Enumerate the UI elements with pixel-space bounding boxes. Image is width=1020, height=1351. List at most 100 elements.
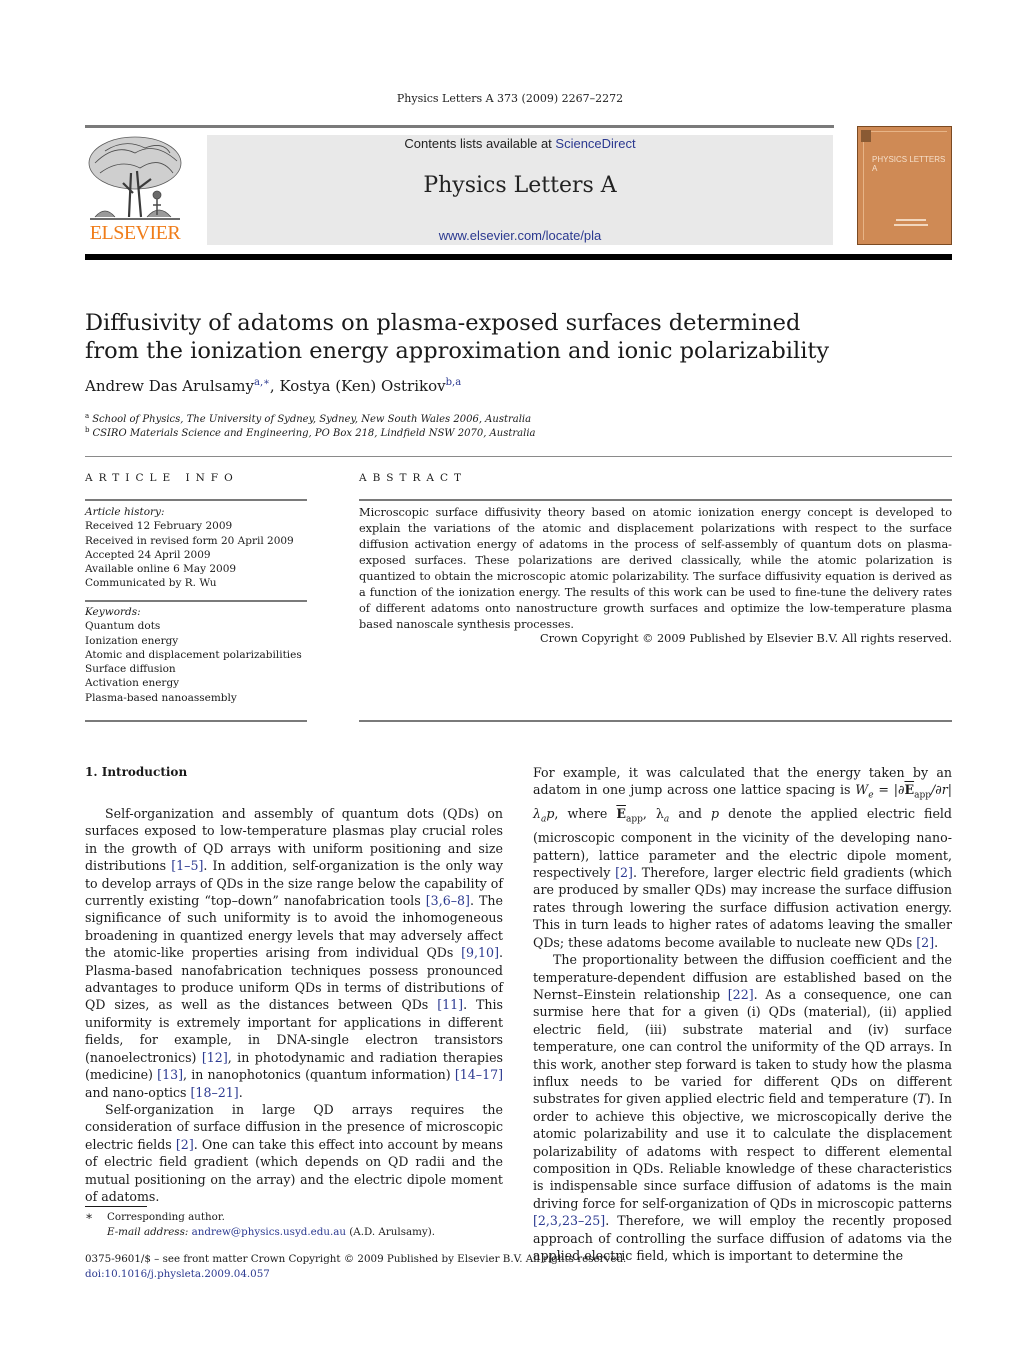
- email-link[interactable]: andrew@physics.usyd.edu.au: [192, 1226, 346, 1238]
- section-divider: [85, 456, 952, 457]
- author-name: Kostya (Ken) Ostrikov: [279, 377, 446, 395]
- footnote-rule: [85, 1206, 147, 1207]
- abstract-copyright: Crown Copyright © 2009 Published by Else…: [540, 632, 952, 645]
- keywords: Keywords: Quantum dots Ionization energy…: [85, 605, 307, 705]
- affiliation-mark: b: [85, 426, 90, 434]
- cover-text-line: [894, 224, 928, 226]
- footnote: ∗ Corresponding author. E-mail address: a…: [85, 1209, 435, 1240]
- math-symbol: T: [917, 1091, 926, 1107]
- math-text: = |∂: [873, 782, 905, 798]
- journal-reference: Physics Letters A 373 (2009) 2267–2272: [396, 92, 624, 105]
- journal-title: Physics Letters A: [423, 173, 617, 198]
- article-info-rule: [85, 720, 307, 722]
- citation-link[interactable]: [9,10]: [461, 945, 499, 960]
- article-history-label: Article history:: [85, 506, 165, 518]
- citation-link[interactable]: [2,3,23–25]: [533, 1213, 605, 1228]
- article-info-rule: [85, 499, 307, 501]
- article-info-rule: [85, 600, 307, 602]
- cover-emblem-icon: [861, 130, 871, 142]
- cover-text-line: [896, 219, 926, 221]
- journal-header-box: Contents lists available at ScienceDirec…: [207, 135, 833, 245]
- footnote-star: ∗: [85, 1209, 94, 1223]
- header-rule: [85, 125, 834, 128]
- article-history: Article history: Received 12 February 20…: [85, 505, 307, 591]
- citation-link[interactable]: [18–21]: [191, 1085, 239, 1100]
- paragraph: Self-organization and assembly of quantu…: [85, 805, 503, 1101]
- abstract-text: Microscopic surface diffusivity theory b…: [359, 506, 952, 631]
- keyword-item: Ionization energy: [85, 634, 179, 647]
- affiliation: a School of Physics, The University of Sy…: [85, 412, 531, 425]
- journal-cover[interactable]: PHYSICS LETTERS A: [857, 126, 952, 245]
- corresponding-author-label: Corresponding author.: [107, 1211, 225, 1223]
- citation-link[interactable]: [11]: [437, 997, 463, 1012]
- paper-title: Diffusivity of adatoms on plasma-exposed…: [85, 309, 865, 365]
- citation-link[interactable]: [22]: [728, 987, 754, 1002]
- paper-title-line: Diffusivity of adatoms on plasma-exposed…: [85, 310, 801, 336]
- text-run: and nano-optics: [85, 1084, 191, 1100]
- history-item: Accepted 24 April 2009: [85, 548, 211, 561]
- contents-line: Contents lists available at ScienceDirec…: [207, 135, 833, 151]
- math-w: W: [855, 782, 869, 798]
- paragraph: The proportionality between the diffusio…: [533, 951, 952, 1264]
- body-column-left: Self-organization and assembly of quantu…: [85, 805, 503, 1205]
- contents-prefix: Contents lists available at: [404, 136, 556, 151]
- abstract-rule: [359, 720, 952, 722]
- header-thick-rule: [85, 254, 952, 260]
- citation-link[interactable]: [2]: [916, 935, 934, 950]
- keywords-label: Keywords:: [85, 606, 141, 618]
- citation-link[interactable]: [14–17]: [455, 1067, 503, 1082]
- math-vector-e: E: [616, 806, 626, 822]
- affiliation: b CSIRO Materials Science and Engineering…: [85, 426, 535, 439]
- cover-title: PHYSICS LETTERS A: [872, 155, 946, 173]
- article-info-heading: ARTICLE INFO: [85, 472, 239, 484]
- text-run: .: [238, 1084, 243, 1100]
- keyword-item: Atomic and displacement polarizabilities: [85, 648, 302, 661]
- doi-link[interactable]: doi:10.1016/j.physleta.2009.04.057: [85, 1267, 626, 1282]
- citation-link[interactable]: [2]: [176, 1137, 194, 1152]
- affiliation-text: School of Physics, The University of Syd…: [92, 414, 532, 425]
- citation-link[interactable]: [1–5]: [171, 858, 203, 873]
- email-label: E-mail address:: [107, 1226, 189, 1238]
- math-p: p: [711, 806, 720, 822]
- math-subscript: app: [625, 814, 643, 825]
- citation-link[interactable]: [13]: [157, 1067, 183, 1082]
- author-affiliation-mark[interactable]: a,∗: [254, 377, 270, 388]
- author-name: Andrew Das Arulsamy: [85, 377, 254, 395]
- front-matter: 0375-9601/$ – see front matter Crown Cop…: [85, 1252, 626, 1282]
- elsevier-logo[interactable]: ELSEVIER: [85, 133, 185, 245]
- text-run: ). In order to achieve this objective, w…: [533, 1091, 952, 1211]
- journal-url-link[interactable]: www.elsevier.com/locate/pla: [207, 228, 833, 243]
- text-run: and: [669, 806, 712, 822]
- paragraph: Self-organization in large QD arrays req…: [85, 1101, 503, 1205]
- email-suffix: (A.D. Arulsamy).: [346, 1226, 436, 1238]
- keyword-item: Plasma-based nanoassembly: [85, 691, 237, 704]
- math-vector-e: E: [904, 782, 915, 798]
- text-run: , in nanophotonics (quantum information): [183, 1067, 455, 1083]
- citation-link[interactable]: [2]: [615, 865, 633, 880]
- affiliation-text: CSIRO Materials Science and Engineering,…: [92, 428, 536, 439]
- keyword-item: Quantum dots: [85, 620, 161, 633]
- front-matter-copyright: 0375-9601/$ – see front matter Crown Cop…: [85, 1253, 627, 1265]
- history-item: Available online 6 May 2009: [85, 563, 237, 576]
- text-run: , where: [554, 806, 617, 822]
- citation-link[interactable]: [3,6–8]: [426, 893, 470, 908]
- affiliation-mark: a: [85, 412, 90, 420]
- text-run: , λ: [642, 806, 664, 822]
- sciencedirect-link[interactable]: ScienceDirect: [555, 136, 635, 151]
- keyword-item: Activation energy: [85, 677, 180, 690]
- author-affiliation-mark[interactable]: b,a: [446, 377, 462, 388]
- citation-link[interactable]: [12]: [202, 1050, 228, 1065]
- abstract-rule: [359, 499, 952, 501]
- history-item: Communicated by R. Wu: [85, 577, 217, 590]
- keyword-item: Surface diffusion: [85, 663, 176, 676]
- history-item: Received 12 February 2009: [85, 520, 233, 533]
- body-column-right: For example, it was calculated that the …: [533, 764, 952, 1264]
- abstract-heading: ABSTRACT: [359, 472, 468, 484]
- math-subscript: app: [914, 790, 931, 801]
- text-run: . As a consequence, one can surmise here…: [533, 986, 952, 1107]
- elsevier-wordmark: ELSEVIER: [89, 222, 181, 244]
- author-list: Andrew Das Arulsamya,∗, Kostya (Ken) Ost…: [85, 377, 461, 395]
- tree-icon: [88, 136, 182, 220]
- paragraph: For example, it was calculated that the …: [533, 764, 952, 951]
- section-heading-introduction: 1. Introduction: [85, 765, 188, 779]
